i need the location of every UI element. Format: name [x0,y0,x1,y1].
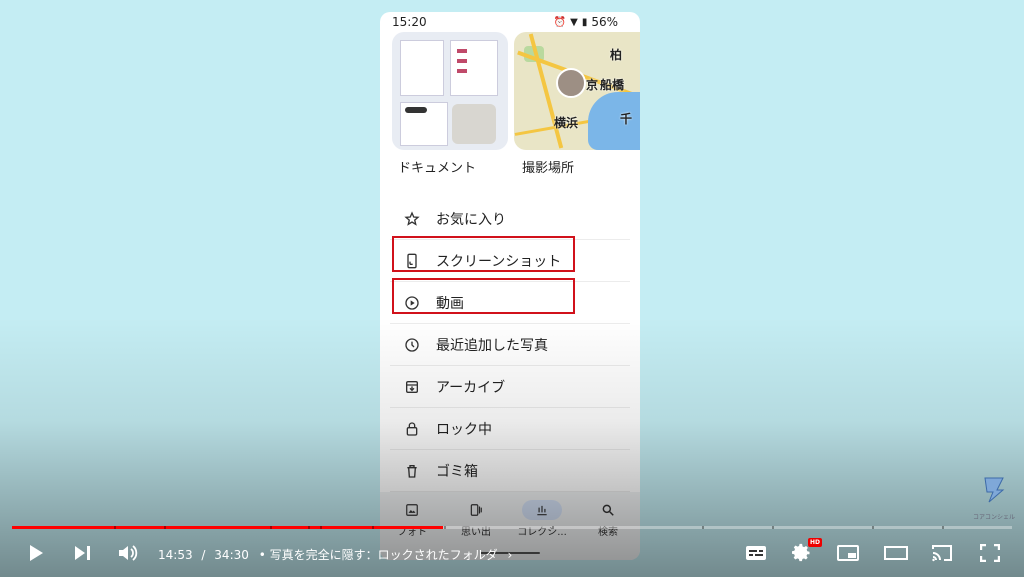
wifi-icon: ▼ [570,16,578,28]
status-time: 15:20 [392,15,427,29]
battery-icon: ▮ [581,16,588,28]
cast-button[interactable] [928,540,956,566]
channel-logo-icon [984,477,1005,503]
video-frame: 15:20 ⏰ ▼ ▮ 56% 柏 京 船橋 横浜 千 ドキュメント 撮影場所 … [0,0,1024,577]
progress-played [12,526,443,529]
nav-search[interactable]: 検索 [578,500,638,538]
play-button[interactable] [22,540,50,566]
star-icon [400,210,424,227]
places-thumbnail[interactable]: 柏 京 船橋 横浜 千 [514,32,640,150]
lock-icon [400,421,424,437]
subtitles-button[interactable] [742,540,770,566]
collections-menu: お気に入り スクリーンショット 動画 最近追加した写真 アーカイブ ロック中 ゴ… [380,198,640,492]
menu-item-locked[interactable]: ロック中 [390,408,630,450]
map-label: 船橋 [600,78,625,92]
fullscreen-icon [980,544,1000,562]
duration: 34:30 [214,548,249,562]
map-label: 柏 [610,48,623,62]
volume-icon [119,545,138,561]
progress-bar[interactable] [12,526,1012,529]
chapter-title[interactable]: • 写真を完全に隠す：ロックされたフォルダ [259,548,498,562]
documents-thumbnail[interactable] [392,32,508,150]
subtitles-icon [746,546,766,560]
menu-item-trash[interactable]: ゴミ箱 [390,450,630,492]
channel-watermark[interactable]: コアコンシェル [972,476,1016,521]
map-label: 千 [620,112,633,126]
skip-next-icon [75,546,90,560]
theater-icon [884,546,908,560]
phone-screen: 15:20 ⏰ ▼ ▮ 56% 柏 京 船橋 横浜 千 ドキュメント 撮影場所 … [380,12,640,560]
time-display: 14:53 / 34:30 • 写真を完全に隠す：ロックされたフォルダ › [158,548,513,562]
nav-collections[interactable]: コレクシ... [512,500,572,538]
highlight-box-videos [392,278,575,314]
highlight-box-screenshots [392,236,575,272]
map-label: 京 [586,78,599,92]
fullscreen-button[interactable] [976,540,1004,566]
current-time: 14:53 [158,548,193,562]
nav-photos[interactable]: フォト [382,500,442,538]
next-button[interactable] [68,540,96,566]
documents-label: ドキュメント [398,161,477,176]
clock-icon [400,337,424,353]
memories-icon [456,500,496,520]
theater-mode-button[interactable] [882,540,910,566]
watermark-text: コアコンシェル [972,514,1015,521]
menu-item-favorites[interactable]: お気に入り [390,198,630,240]
menu-item-archive[interactable]: アーカイブ [390,366,630,408]
status-bar: 15:20 ⏰ ▼ ▮ 56% [380,12,640,32]
play-icon [30,545,43,561]
menu-item-recent[interactable]: 最近追加した写真 [390,324,630,366]
volume-button[interactable] [114,540,142,566]
places-label: 撮影場所 [522,161,575,176]
trash-icon [400,463,424,479]
alarm-icon: ⏰ [553,16,567,28]
collections-icon [522,500,562,520]
cast-icon [932,545,952,562]
player-controls: 14:53 / 34:30 • 写真を完全に隠す：ロックされたフォルダ › HD [0,536,1024,570]
miniplayer-button[interactable] [834,540,862,566]
miniplayer-icon [837,545,859,561]
search-icon [588,500,628,520]
nav-memories[interactable]: 思い出 [446,500,506,538]
photo-icon [392,500,432,520]
battery-percent: 56% [591,15,618,29]
hd-badge: HD [807,538,822,547]
location-pin [556,68,586,98]
archive-icon [400,379,424,395]
settings-button[interactable]: HD [788,538,822,566]
chevron-right-icon[interactable]: › [507,548,512,562]
map-label: 横浜 [554,116,579,130]
